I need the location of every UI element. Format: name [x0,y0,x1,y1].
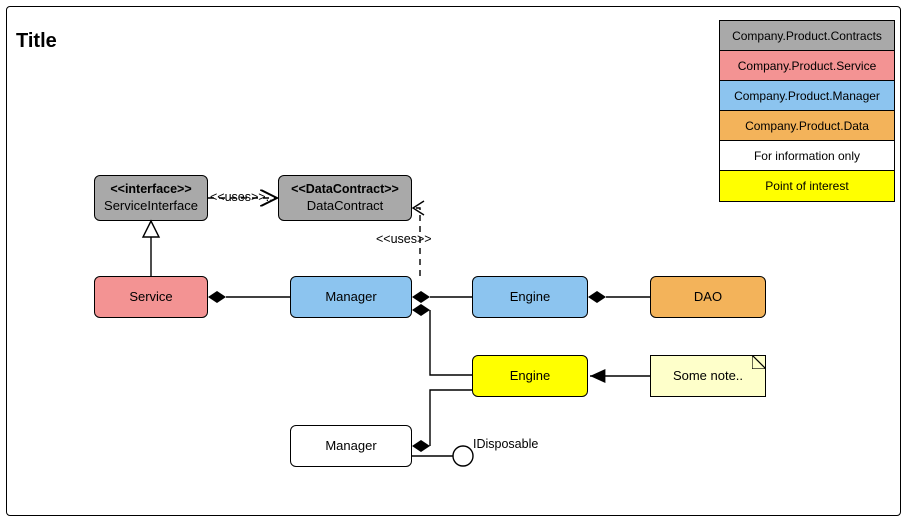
uses-label: <<uses>>.. [210,190,273,204]
stereotype-label: <<interface>> [110,182,191,198]
idisposable-label: IDisposable [473,437,538,451]
node-service: Service [94,276,208,318]
note-text: Some note.. [673,368,743,384]
legend-row: For information only [720,141,894,171]
stereotype-label: <<DataContract>> [291,182,399,198]
uses-label: <<uses>> [376,232,432,246]
legend-row: Company.Product.Manager [720,81,894,111]
node-note: Some note.. [650,355,766,397]
class-name: Engine [510,289,550,305]
class-name: DataContract [307,198,384,214]
class-name: Manager [325,438,376,454]
class-name: Manager [325,289,376,305]
class-name: DAO [694,289,722,305]
legend-row: Company.Product.Service [720,51,894,81]
page-title: Title [16,30,57,53]
node-manager-info: Manager [290,425,412,467]
class-name: ServiceInterface [104,198,198,214]
note-fold-icon [752,355,766,369]
legend-row: Point of interest [720,171,894,201]
legend-row: Company.Product.Data [720,111,894,141]
legend: Company.Product.Contracts Company.Produc… [719,20,895,202]
node-engine: Engine [472,276,588,318]
node-data-contract: <<DataContract>> DataContract [278,175,412,221]
node-service-interface: <<interface>> ServiceInterface [94,175,208,221]
legend-row: Company.Product.Contracts [720,21,894,51]
class-name: Engine [510,368,550,384]
class-name: Service [129,289,172,305]
node-dao: DAO [650,276,766,318]
node-manager: Manager [290,276,412,318]
node-engine-highlight: Engine [472,355,588,397]
